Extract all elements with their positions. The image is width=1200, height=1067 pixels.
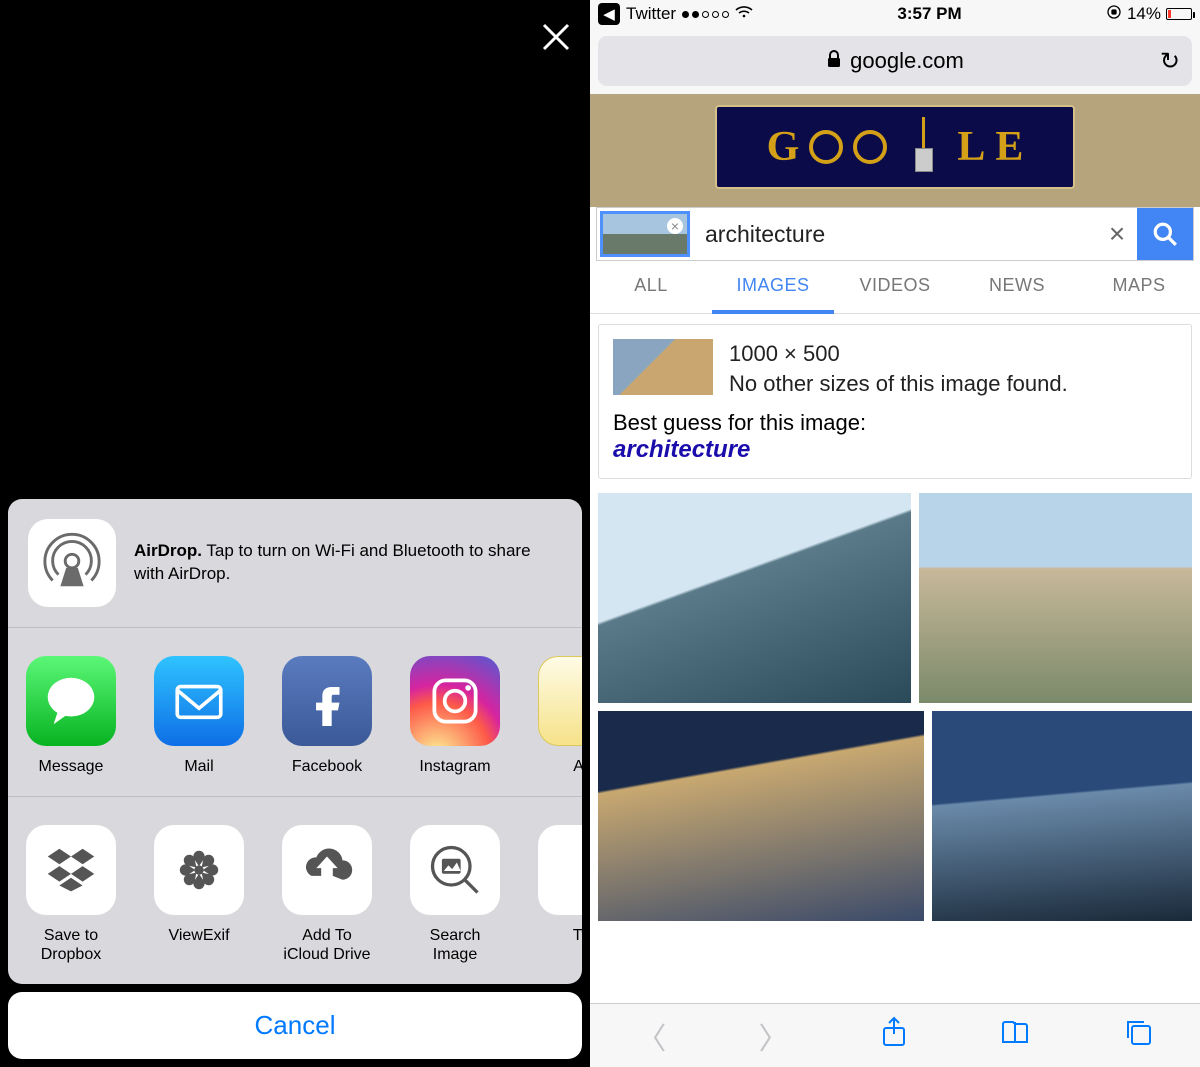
share-item-messages[interactable]: Message bbox=[26, 656, 116, 776]
share-item-instagram[interactable]: Instagram bbox=[410, 656, 500, 776]
action-dropbox[interactable]: Save to Dropbox bbox=[26, 825, 116, 964]
share-label: Mail bbox=[184, 758, 213, 776]
lock-icon bbox=[826, 48, 842, 74]
remove-thumbnail-icon[interactable]: × bbox=[667, 218, 683, 234]
action-label: Save to Dropbox bbox=[41, 927, 101, 964]
dropbox-icon bbox=[26, 825, 116, 915]
share-item-mail[interactable]: Mail bbox=[154, 656, 244, 776]
best-guess-link[interactable]: architecture bbox=[613, 436, 1177, 464]
share-label: Ad bbox=[573, 758, 582, 776]
generic-action-icon bbox=[538, 825, 582, 915]
url-field[interactable]: google.com ↻ bbox=[598, 36, 1192, 86]
back-icon[interactable]: 〈 bbox=[636, 1014, 666, 1058]
image-result[interactable] bbox=[598, 493, 911, 703]
rotation-lock-icon bbox=[1106, 4, 1122, 25]
share-sheet: AirDrop. Tap to turn on Wi-Fi and Blueto… bbox=[0, 491, 590, 1067]
instagram-icon bbox=[410, 656, 500, 746]
image-results-grid bbox=[590, 489, 1200, 933]
carrier-signal-icon bbox=[682, 11, 729, 18]
action-search-image[interactable]: Search Image bbox=[410, 825, 500, 964]
url-bar: google.com ↻ bbox=[590, 28, 1200, 94]
refresh-icon[interactable]: ↻ bbox=[1160, 47, 1180, 76]
status-bar: ◀ Twitter 3:57 PM 14% bbox=[590, 0, 1200, 28]
airdrop-text: AirDrop. Tap to turn on Wi-Fi and Blueto… bbox=[134, 540, 562, 586]
airdrop-section[interactable]: AirDrop. Tap to turn on Wi-Fi and Blueto… bbox=[8, 499, 582, 628]
clock: 3:57 PM bbox=[897, 4, 961, 24]
image-dimensions: 1000 × 500 bbox=[729, 339, 1068, 369]
message-icon bbox=[26, 656, 116, 746]
mail-icon bbox=[154, 656, 244, 746]
search-row: × architecture × bbox=[596, 207, 1194, 261]
facebook-icon bbox=[282, 656, 372, 746]
search-tabs: ALL IMAGES VIDEOS NEWS MAPS bbox=[590, 261, 1200, 314]
action-label: Tw bbox=[573, 927, 582, 945]
clear-icon[interactable]: × bbox=[1097, 208, 1137, 260]
action-icloud[interactable]: Add To iCloud Drive bbox=[282, 825, 372, 964]
url-text: google.com bbox=[850, 48, 964, 74]
tab-images[interactable]: IMAGES bbox=[712, 261, 834, 314]
cloud-upload-icon bbox=[282, 825, 372, 915]
tab-all[interactable]: ALL bbox=[590, 261, 712, 313]
bookmarks-icon[interactable] bbox=[999, 1018, 1031, 1054]
share-icon[interactable] bbox=[881, 1016, 907, 1056]
best-guess-card: 1000 × 500 No other sizes of this image … bbox=[598, 324, 1192, 479]
share-sheet-body: AirDrop. Tap to turn on Wi-Fi and Blueto… bbox=[8, 499, 582, 984]
share-item-more[interactable]: Ad bbox=[538, 656, 582, 776]
airdrop-title: AirDrop. bbox=[134, 541, 202, 560]
tab-videos[interactable]: VIDEOS bbox=[834, 261, 956, 313]
search-thumbnail[interactable]: × bbox=[600, 211, 690, 257]
battery-text: 14% bbox=[1127, 4, 1161, 24]
action-row[interactable]: Save to Dropbox ViewExif Add To iCloud D… bbox=[8, 797, 582, 984]
image-result[interactable] bbox=[598, 711, 924, 921]
image-result[interactable] bbox=[919, 493, 1192, 703]
share-label: Instagram bbox=[419, 758, 490, 776]
close-icon[interactable] bbox=[540, 18, 572, 63]
tab-news[interactable]: NEWS bbox=[956, 261, 1078, 313]
airdrop-icon bbox=[28, 519, 116, 607]
forward-icon[interactable]: 〉 bbox=[759, 1014, 789, 1058]
google-doodle-area[interactable]: G LE bbox=[590, 94, 1200, 199]
action-more[interactable]: Tw bbox=[538, 825, 582, 964]
share-sheet-screen: AirDrop. Tap to turn on Wi-Fi and Blueto… bbox=[0, 0, 590, 1067]
share-label: Message bbox=[39, 758, 104, 776]
action-viewexif[interactable]: ViewExif bbox=[154, 825, 244, 964]
cancel-button[interactable]: Cancel bbox=[8, 992, 582, 1059]
back-app-label[interactable]: Twitter bbox=[626, 4, 676, 24]
action-label: ViewExif bbox=[168, 927, 229, 945]
result-thumbnail bbox=[613, 339, 713, 395]
tabs-icon[interactable] bbox=[1124, 1018, 1154, 1054]
safari-screen: ◀ Twitter 3:57 PM 14% google.com ↻ bbox=[590, 0, 1200, 1067]
share-app-row[interactable]: Message Mail Facebook bbox=[8, 628, 582, 797]
image-result[interactable] bbox=[932, 711, 1192, 921]
doodle-bg bbox=[590, 199, 1200, 207]
wifi-icon bbox=[735, 4, 753, 24]
share-label: Facebook bbox=[292, 758, 362, 776]
google-logo: G LE bbox=[715, 105, 1075, 189]
notes-icon bbox=[538, 656, 582, 746]
action-label: Search Image bbox=[430, 927, 481, 964]
tab-maps[interactable]: MAPS bbox=[1078, 261, 1200, 313]
back-to-app-icon[interactable]: ◀ bbox=[598, 3, 620, 25]
action-label: Add To iCloud Drive bbox=[283, 927, 370, 964]
share-item-facebook[interactable]: Facebook bbox=[282, 656, 372, 776]
best-guess-label: Best guess for this image: bbox=[613, 410, 1177, 436]
safari-toolbar: 〈 〉 bbox=[590, 1003, 1200, 1067]
gear-flower-icon bbox=[154, 825, 244, 915]
search-input[interactable]: architecture bbox=[693, 208, 1097, 260]
battery-icon bbox=[1166, 8, 1192, 20]
no-other-sizes-text: No other sizes of this image found. bbox=[729, 369, 1068, 399]
image-search-icon bbox=[410, 825, 500, 915]
search-button[interactable] bbox=[1137, 208, 1193, 260]
